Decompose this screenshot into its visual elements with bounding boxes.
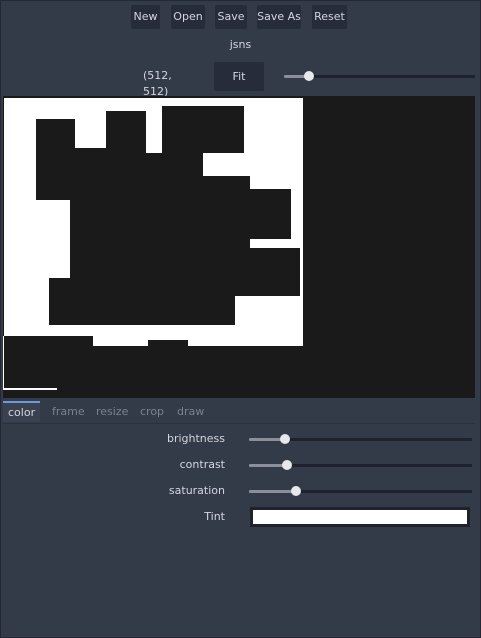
save-button[interactable]: Save bbox=[215, 5, 247, 29]
image-preview bbox=[3, 96, 475, 398]
tint-color-picker[interactable] bbox=[250, 507, 470, 527]
open-button[interactable]: Open bbox=[171, 5, 205, 29]
image-size-readout: (512, 512) bbox=[143, 69, 172, 98]
tab-frame[interactable]: frame bbox=[52, 401, 85, 422]
new-button[interactable]: New bbox=[131, 5, 160, 29]
contrast-slider-grabber[interactable] bbox=[281, 460, 292, 470]
brightness-label: brightness bbox=[166, 432, 225, 445]
file-name-label: jsns bbox=[229, 38, 252, 51]
zoom-slider-grabber[interactable] bbox=[303, 71, 314, 81]
brightness-slider[interactable] bbox=[249, 433, 472, 445]
tab-crop[interactable]: crop bbox=[140, 401, 164, 422]
fit-button[interactable]: Fit bbox=[214, 62, 264, 91]
saturation-slider-grabber[interactable] bbox=[290, 486, 301, 496]
saturation-label: saturation bbox=[168, 484, 225, 497]
zoom-slider[interactable] bbox=[284, 70, 475, 82]
contrast-label: contrast bbox=[179, 458, 225, 471]
reset-button[interactable]: Reset bbox=[312, 5, 347, 29]
tab-draw[interactable]: draw bbox=[177, 401, 204, 422]
saturation-slider[interactable] bbox=[249, 485, 472, 497]
save-as-button[interactable]: Save As bbox=[257, 5, 301, 29]
toolbar: New Open Save Save As Reset bbox=[0, 5, 481, 29]
brightness-slider-grabber[interactable] bbox=[279, 434, 290, 444]
tab-color[interactable]: color bbox=[3, 401, 41, 422]
tab-bar: color frame resize crop draw bbox=[3, 401, 475, 424]
tab-resize[interactable]: resize bbox=[96, 401, 128, 422]
tint-color-swatch bbox=[253, 510, 467, 524]
image-canvas[interactable] bbox=[3, 96, 475, 398]
tint-label: Tint bbox=[204, 510, 225, 523]
saturation-slider-fill bbox=[249, 490, 296, 493]
contrast-slider[interactable] bbox=[249, 459, 472, 471]
